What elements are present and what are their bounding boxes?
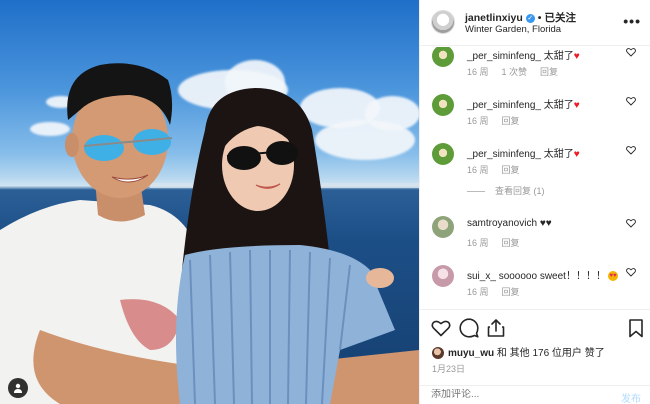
author-line: janetlinxiyu ✓ • 已关注: [465, 10, 576, 25]
red-heart-emoji: ♥: [573, 100, 580, 111]
reply-button[interactable]: 回复: [502, 165, 520, 175]
comment-meta: 16 周 回复: [467, 236, 533, 249]
commenter-username[interactable]: sui_x_: [467, 271, 496, 282]
comment-text: _per_siminfeng_ 太甜了♥: [467, 47, 580, 62]
share-icon[interactable]: [486, 318, 506, 338]
comments-list[interactable]: _per_siminfeng_ 太甜了♥ 16 周1 次赞 回复 _per_sim…: [420, 47, 650, 305]
add-comment-bar: 发布: [420, 385, 650, 404]
commenter-avatar[interactable]: [432, 216, 454, 238]
comment-text: _per_siminfeng_ 太甜了♥: [467, 96, 580, 111]
like-heart-icon[interactable]: [431, 318, 451, 338]
comment-body: soooooo sweet！！！！: [498, 271, 606, 282]
user-tag-icon[interactable]: [8, 378, 28, 398]
post-header: janetlinxiyu ✓ • 已关注 Winter Garden, Florida…: [420, 0, 650, 46]
verified-badge-icon: ✓: [525, 13, 535, 23]
comment-body: 太甜了: [543, 149, 574, 160]
red-heart-emoji: ♥: [573, 51, 580, 62]
comment-time: 16 周: [467, 116, 489, 126]
post-comment-button[interactable]: 发布: [621, 390, 641, 404]
view-replies-button[interactable]: 查看回复 (1): [467, 184, 545, 197]
post-photo[interactable]: [0, 0, 419, 404]
comment-text: _per_siminfeng_ 太甜了♥: [467, 145, 580, 160]
comment-body: ♥♥: [539, 218, 552, 229]
like-comment-heart-icon[interactable]: [626, 218, 636, 228]
comment-likes[interactable]: 1 次赞: [502, 67, 528, 77]
commenter-username[interactable]: _per_siminfeng_: [467, 100, 541, 111]
likes-summary[interactable]: muyu_wu 和 其他 176 位用户 赞了: [432, 344, 605, 360]
post-date[interactable]: 1月23日: [432, 362, 465, 375]
commenter-avatar[interactable]: [432, 47, 454, 67]
comment-item: sui_x_ soooooo sweet！！！！ ♥♥ 16 周 回复: [420, 263, 650, 305]
commenter-avatar[interactable]: [432, 265, 454, 287]
reply-divider-line: [467, 191, 485, 193]
reply-button[interactable]: 回复: [540, 67, 558, 77]
bookmark-icon[interactable]: [626, 318, 646, 338]
comment-text: samtroyanovich ♥♥: [467, 218, 552, 229]
commenter-username[interactable]: _per_siminfeng_: [467, 149, 541, 160]
author-avatar[interactable]: [431, 10, 455, 34]
commenter-username[interactable]: samtroyanovich: [467, 218, 537, 229]
reply-button[interactable]: 回复: [502, 116, 520, 126]
post-actions: muyu_wu 和 其他 176 位用户 赞了 1月23日 发布: [420, 309, 650, 404]
reply-button[interactable]: 回复: [502, 287, 520, 297]
comment-time: 16 周: [467, 287, 489, 297]
comment-item: _per_siminfeng_ 太甜了♥ 16 周 回复: [420, 92, 650, 140]
comment-body: 太甜了: [543, 100, 574, 111]
view-replies-label: 查看回复 (1): [495, 186, 545, 196]
commenter-avatar[interactable]: [432, 143, 454, 165]
like-comment-heart-icon[interactable]: [626, 47, 636, 57]
location-link[interactable]: Winter Garden, Florida: [465, 24, 561, 35]
like-comment-heart-icon[interactable]: [626, 267, 636, 277]
comment-item: _per_siminfeng_ 太甜了♥ 16 周 1 次赞 回复: [420, 47, 650, 91]
comment-item: _per_siminfeng_ 太甜了♥ 16 周 回复: [420, 141, 650, 189]
comment-meta: 16 周 1 次赞 回复: [467, 65, 571, 78]
comment-item: samtroyanovich ♥♥ 16 周 回复: [420, 214, 650, 262]
post-side-panel: janetlinxiyu ✓ • 已关注 Winter Garden, Florida…: [419, 0, 650, 404]
comment-meta: 16 周 回复: [467, 163, 533, 176]
red-heart-emoji: ♥: [573, 149, 580, 160]
comment-meta: 16 周 回复: [467, 285, 533, 298]
comment-bubble-icon[interactable]: [459, 318, 479, 338]
comment-time: 16 周: [467, 238, 489, 248]
comment-text: sui_x_ soooooo sweet！！！！ ♥♥: [467, 267, 618, 282]
liker-avatar: [432, 347, 444, 360]
follow-status-button[interactable]: 已关注: [544, 12, 576, 24]
liker-username[interactable]: muyu_wu: [448, 348, 494, 359]
comment-time: 16 周: [467, 67, 489, 77]
comment-body: 太甜了: [543, 51, 574, 62]
comment-time: 16 周: [467, 165, 489, 175]
commenter-username[interactable]: _per_siminfeng_: [467, 51, 541, 62]
separator-dot: •: [537, 12, 542, 24]
heart-eyes-emoji: ♥♥: [607, 271, 618, 282]
commenter-avatar[interactable]: [432, 94, 454, 116]
like-comment-heart-icon[interactable]: [626, 145, 636, 155]
like-comment-heart-icon[interactable]: [626, 96, 636, 106]
couple-illustration: [0, 63, 419, 404]
more-options-icon[interactable]: •••: [623, 13, 641, 29]
author-username[interactable]: janetlinxiyu: [465, 12, 523, 24]
add-comment-input[interactable]: [431, 389, 601, 400]
reply-button[interactable]: 回复: [502, 238, 520, 248]
likes-text: 和 其他 176 位用户 赞了: [494, 348, 605, 359]
comment-meta: 16 周 回复: [467, 114, 533, 127]
